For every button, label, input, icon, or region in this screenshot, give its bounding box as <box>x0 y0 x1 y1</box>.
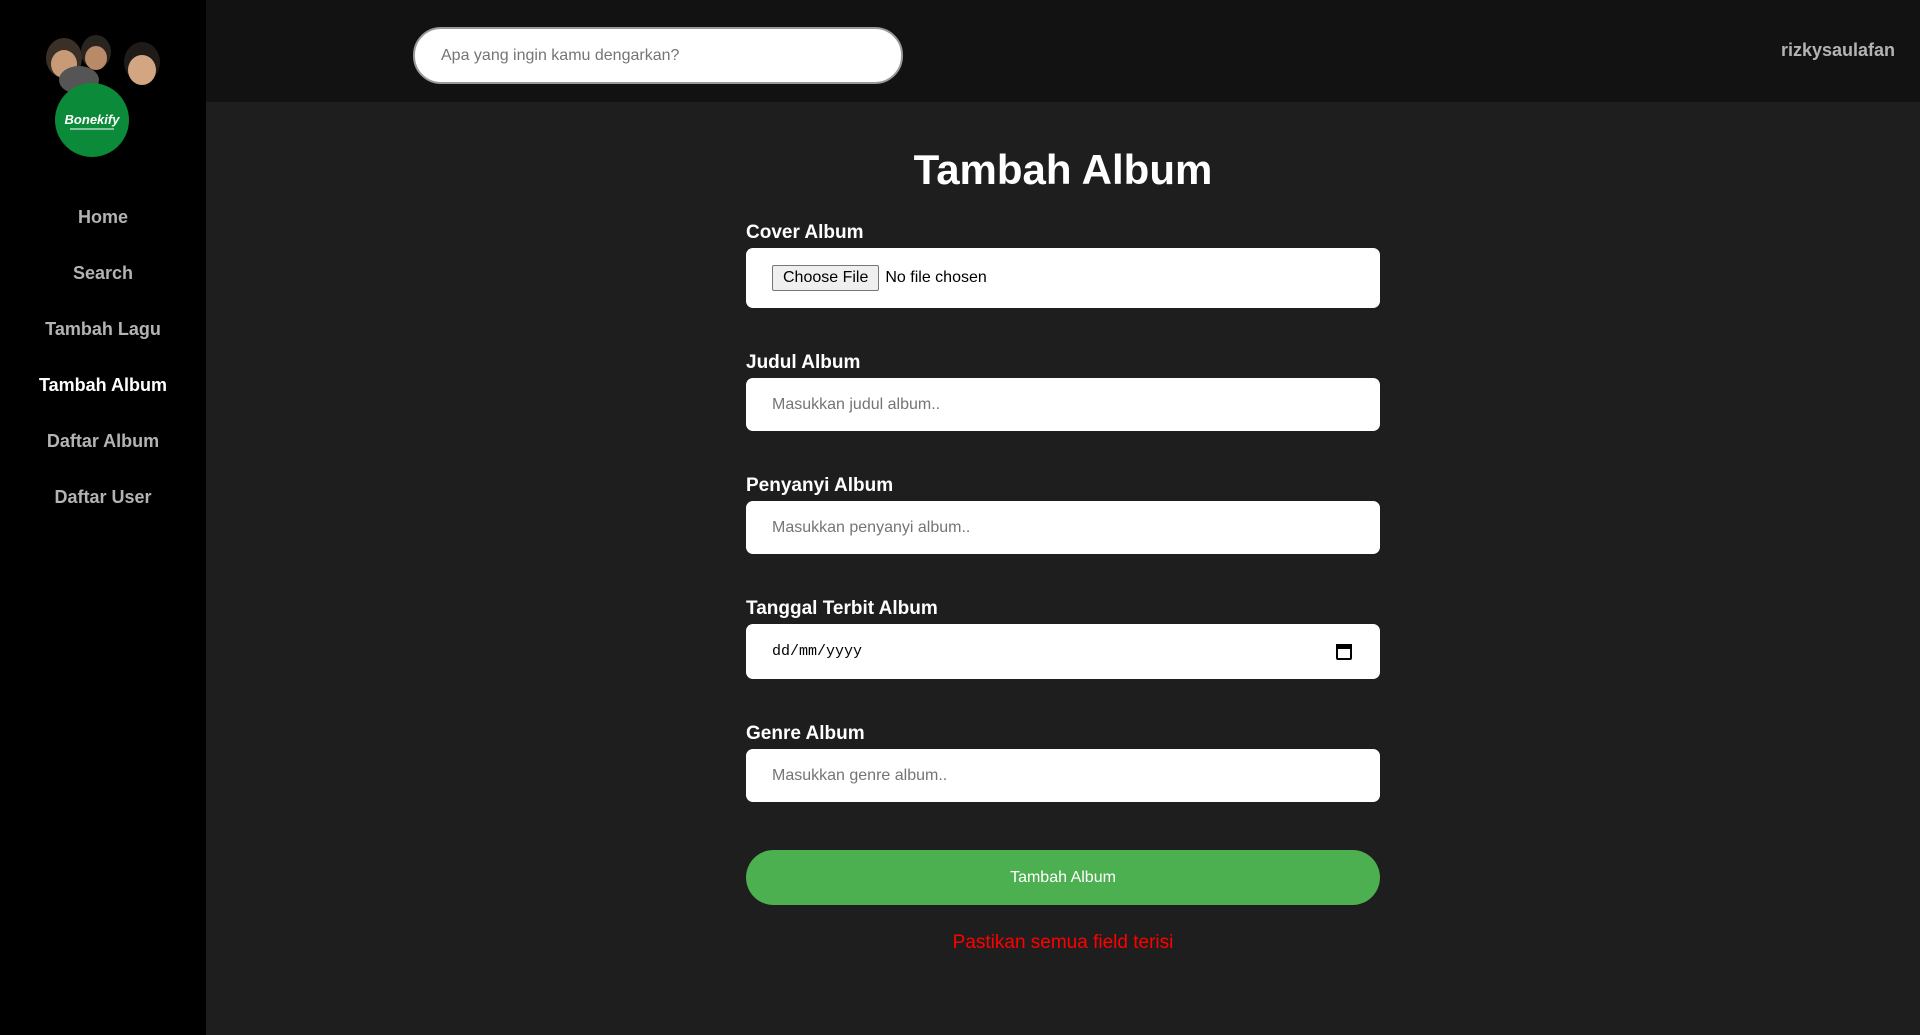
tambah-album-button[interactable]: Tambah Album <box>746 850 1380 905</box>
genre-album-label: Genre Album <box>746 723 865 744</box>
choose-file-button[interactable]: Choose File <box>772 265 880 291</box>
judul-album-label: Judul Album <box>746 352 861 373</box>
username-label[interactable]: rizkysaulafan <box>1781 40 1895 61</box>
judul-album-field <box>746 378 1380 431</box>
search-bar <box>413 27 903 84</box>
logo-text: Bonekify <box>65 112 121 127</box>
error-message: Pastikan semua field terisi <box>952 932 1174 953</box>
sidebar: Bonekify Home Search Tambah Lagu Tambah … <box>0 0 206 1035</box>
genre-album-input[interactable] <box>772 749 1380 802</box>
sidebar-item-search[interactable]: Search <box>0 252 206 308</box>
sidebar-item-daftar-album[interactable]: Daftar Album <box>0 420 206 476</box>
file-status: No file chosen <box>885 269 987 286</box>
top-bar: rizkysaulafan <box>206 0 1920 102</box>
tanggal-terbit-field[interactable]: dd/mm/yyyy <box>746 624 1380 679</box>
page-title: Tambah Album <box>913 146 1213 193</box>
date-placeholder[interactable]: dd/mm/yyyy <box>772 643 1336 660</box>
tanggal-terbit-label: Tanggal Terbit Album <box>746 598 938 619</box>
genre-album-field <box>746 749 1380 802</box>
sidebar-item-tambah-lagu[interactable]: Tambah Lagu <box>0 308 206 364</box>
sidebar-nav: Home Search Tambah Lagu Tambah Album Daf… <box>0 196 206 532</box>
sidebar-item-tambah-album[interactable]: Tambah Album <box>0 364 206 420</box>
app-logo[interactable]: Bonekify <box>34 30 174 160</box>
main-content: Tambah Album Cover Album Choose File No … <box>206 102 1920 1035</box>
penyanyi-album-label: Penyanyi Album <box>746 475 894 496</box>
sidebar-item-home[interactable]: Home <box>0 196 206 252</box>
cover-album-field: Choose File No file chosen <box>746 248 1380 308</box>
penyanyi-album-input[interactable] <box>772 501 1380 554</box>
judul-album-input[interactable] <box>772 378 1380 431</box>
add-album-form: Cover Album Choose File No file chosen J… <box>746 218 1380 954</box>
penyanyi-album-field <box>746 501 1380 554</box>
cover-album-label: Cover Album <box>746 222 864 243</box>
search-input[interactable] <box>441 29 901 82</box>
sidebar-item-daftar-user[interactable]: Daftar User <box>0 476 206 532</box>
calendar-icon[interactable] <box>1336 643 1352 660</box>
